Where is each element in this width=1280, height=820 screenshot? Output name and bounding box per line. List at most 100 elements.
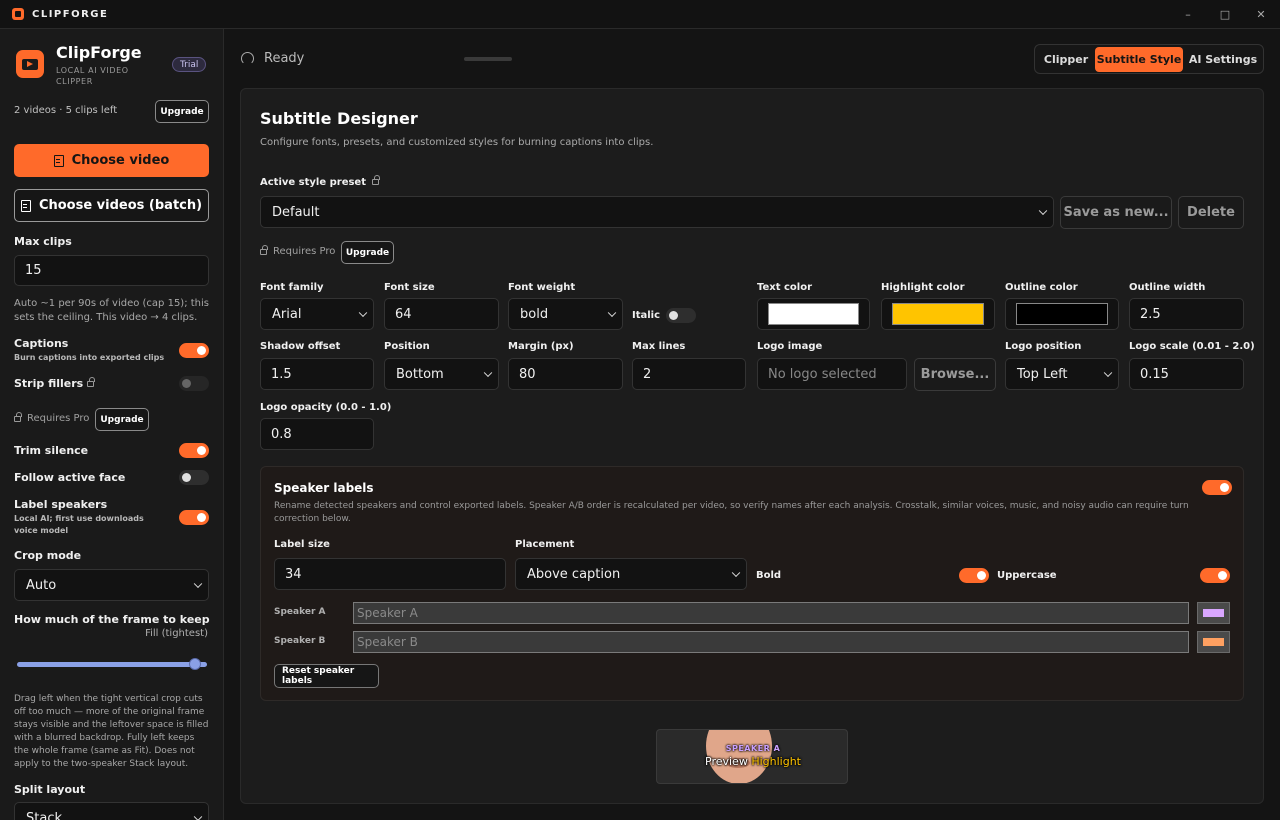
status-text: Ready [264, 51, 305, 66]
font-size-input[interactable]: 64 [384, 298, 499, 330]
lock-icon [87, 377, 95, 387]
app-logo-icon [12, 8, 24, 20]
trim-silence-toggle[interactable] [179, 443, 209, 458]
bold-toggle[interactable] [959, 568, 989, 583]
outline-color-swatch [1016, 303, 1108, 325]
preset-value: Default [272, 204, 320, 220]
file-icon [53, 154, 64, 167]
label-size-input[interactable]: 34 [274, 558, 506, 590]
position-value: Bottom [396, 366, 444, 382]
requires-pro-text: Requires Pro [27, 413, 90, 424]
speaker-a-label: Speaker A [274, 607, 326, 617]
outline-color-picker[interactable] [1005, 298, 1119, 330]
highlight-color-picker[interactable] [881, 298, 995, 330]
font-family-select[interactable]: Arial [260, 298, 374, 330]
designer-upgrade-button[interactable]: Upgrade [341, 241, 394, 264]
placement-select[interactable]: Above caption [515, 558, 747, 590]
position-label: Position [384, 341, 430, 352]
chevron-down-icon [607, 308, 617, 318]
trial-badge: Trial [172, 57, 207, 72]
chevron-down-icon [358, 308, 368, 318]
margin-input[interactable]: 80 [508, 358, 623, 390]
browse-button[interactable]: Browse... [914, 358, 996, 391]
designer-requires-pro: Requires Pro [260, 244, 335, 257]
choose-batch-button[interactable]: Choose videos (batch) [14, 189, 209, 222]
speaker-b-color-swatch [1203, 638, 1224, 646]
outline-width-label: Outline width [1129, 282, 1206, 293]
captions-toggle[interactable] [179, 343, 209, 358]
outline-width-input[interactable]: 2.5 [1129, 298, 1244, 330]
outline-color-label: Outline color [1005, 282, 1078, 293]
crop-mode-select[interactable]: Auto [14, 569, 209, 601]
font-family-value: Arial [272, 306, 302, 322]
speaker-labels-toggle[interactable] [1202, 480, 1232, 495]
minimize-button[interactable]: – [1170, 0, 1206, 29]
upgrade-pro-button[interactable]: Upgrade [95, 408, 149, 431]
placement-value: Above caption [527, 566, 621, 582]
chevron-down-icon [1103, 368, 1113, 378]
brand-title: ClipForge [56, 43, 142, 62]
frame-keep-slider-track[interactable] [17, 662, 207, 667]
delete-button[interactable]: Delete [1178, 196, 1244, 229]
speaker-labels-title: Speaker labels [274, 481, 374, 495]
shadow-offset-label: Shadow offset [260, 341, 341, 352]
chevron-down-icon [731, 568, 741, 578]
close-button[interactable]: ✕ [1243, 0, 1279, 29]
split-layout-select[interactable]: Stack [14, 802, 209, 820]
logo-opacity-input[interactable]: 0.8 [260, 418, 374, 450]
lock-icon [14, 411, 22, 422]
label-speakers-toggle[interactable] [179, 510, 209, 525]
logo-position-select[interactable]: Top Left [1005, 358, 1119, 390]
choose-batch-label: Choose videos (batch) [38, 198, 203, 213]
max-clips-input[interactable]: 15 [14, 255, 209, 286]
uppercase-toggle[interactable] [1200, 568, 1230, 583]
usage-text: 2 videos · 5 clips left [14, 105, 118, 116]
page-description: Configure fonts, presets, and customized… [260, 137, 654, 148]
choose-video-button[interactable]: Choose video [14, 144, 209, 177]
speaker-b-color-picker[interactable] [1197, 631, 1230, 653]
max-lines-input[interactable]: 2 [632, 358, 746, 390]
follow-face-toggle[interactable] [179, 470, 209, 485]
title-bar: CLIPFORGE – □ ✕ [0, 0, 1280, 29]
logo-scale-input[interactable]: 0.15 [1129, 358, 1244, 390]
preset-select[interactable]: Default [260, 196, 1054, 228]
tab-ai-settings[interactable]: AI Settings [1185, 47, 1261, 72]
sidebar: ClipForge LOCAL AI VIDEO CLIPPER Trial 2… [0, 29, 224, 820]
placement-label: Placement [515, 539, 575, 550]
italic-toggle[interactable] [666, 308, 696, 323]
strip-fillers-toggle[interactable] [179, 376, 209, 391]
text-color-swatch [768, 303, 859, 325]
frame-keep-slider-thumb[interactable] [189, 658, 201, 670]
font-weight-select[interactable]: bold [508, 298, 623, 330]
save-as-new-button[interactable]: Save as new... [1060, 196, 1172, 229]
preview-speaker-tag: SPEAKER A [725, 744, 781, 753]
speaker-a-input[interactable]: Speaker A [353, 602, 1189, 624]
tab-subtitle-style[interactable]: Subtitle Style [1095, 47, 1183, 72]
position-select[interactable]: Bottom [384, 358, 499, 390]
tab-bar: Clipper Subtitle Style AI Settings [1034, 44, 1264, 74]
logo-image-field[interactable]: No logo selected [757, 358, 907, 390]
strip-fillers-label: Strip fillers [14, 377, 95, 390]
label-speakers-sub: Local AI; first use downloads voice mode… [14, 514, 144, 535]
text-color-picker[interactable] [757, 298, 870, 330]
max-lines-label: Max lines [632, 341, 686, 352]
highlight-color-swatch [892, 303, 984, 325]
maximize-button[interactable]: □ [1207, 0, 1243, 29]
logo-opacity-label: Logo opacity (0.0 - 1.0) [260, 402, 392, 413]
status-gauge-icon [241, 52, 254, 65]
speaker-b-label: Speaker B [274, 636, 326, 646]
captions-sub: Burn captions into exported clips [14, 353, 165, 362]
upgrade-button[interactable]: Upgrade [155, 100, 209, 123]
speaker-b-input[interactable]: Speaker B [353, 631, 1189, 653]
shadow-offset-input[interactable]: 1.5 [260, 358, 374, 390]
tab-clipper[interactable]: Clipper [1037, 47, 1095, 72]
font-family-label: Font family [260, 282, 324, 293]
drag-handle[interactable] [464, 57, 512, 61]
captions-label: Captions [14, 337, 69, 350]
brand-logo-icon [16, 50, 44, 78]
font-weight-label: Font weight [508, 282, 576, 293]
reset-speaker-labels-button[interactable]: Reset speaker labels [274, 664, 379, 688]
speaker-a-color-picker[interactable] [1197, 602, 1230, 624]
chevron-down-icon [193, 579, 203, 589]
trim-silence-label: Trim silence [14, 444, 89, 457]
